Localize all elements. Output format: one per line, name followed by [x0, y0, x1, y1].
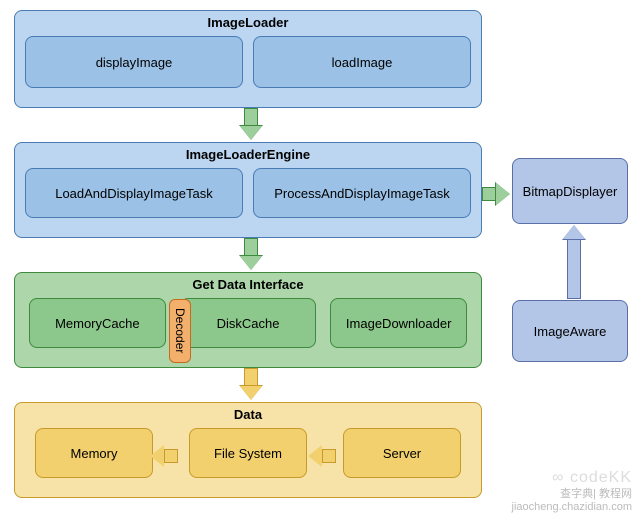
imageloader-container: ImageLoader displayImage loadImage — [14, 10, 482, 108]
data-container: Data Memory File System Server — [14, 402, 482, 498]
decoder-box: Decoder — [169, 299, 191, 363]
load-display-task-box: LoadAndDisplayImageTask — [25, 168, 243, 218]
displayimage-box: displayImage — [25, 36, 243, 88]
data-title: Data — [15, 403, 481, 428]
imagedownloader-box: ImageDownloader — [330, 298, 467, 348]
server-box: Server — [343, 428, 461, 478]
filesystem-box: File System — [189, 428, 307, 478]
imageloader-title: ImageLoader — [15, 11, 481, 36]
decoder-label: Decoder — [173, 308, 187, 353]
arrow-loader-to-engine — [240, 108, 262, 140]
imageaware-box: ImageAware — [512, 300, 628, 362]
watermark-site: 查字典| 教程网 — [512, 488, 632, 501]
engine-title: ImageLoaderEngine — [15, 143, 481, 168]
arrow-engine-to-getdata — [240, 238, 262, 270]
imageaware-label: ImageAware — [534, 324, 607, 339]
arrow-server-to-filesystem — [308, 445, 336, 467]
arrow-engine-to-displayer — [482, 183, 510, 205]
arrow-getdata-to-data — [240, 368, 262, 400]
memorycache-box: MemoryCache — [29, 298, 166, 348]
engine-container: ImageLoaderEngine LoadAndDisplayImageTas… — [14, 142, 482, 238]
diskcache-box: DiskCache — [180, 298, 317, 348]
arrow-aware-to-displayer — [563, 225, 585, 299]
arrow-filesystem-to-memory — [150, 445, 178, 467]
loadimage-box: loadImage — [253, 36, 471, 88]
watermark-cc: ∞ codeKK — [512, 468, 632, 487]
memory-box: Memory — [35, 428, 153, 478]
watermark: ∞ codeKK 查字典| 教程网 jiaocheng.chazidian.co… — [512, 468, 632, 514]
process-display-task-box: ProcessAndDisplayImageTask — [253, 168, 471, 218]
watermark-url: jiaocheng.chazidian.com — [512, 501, 632, 514]
bitmap-displayer-box: BitmapDisplayer — [512, 158, 628, 224]
getdata-container: Get Data Interface MemoryCache DiskCache… — [14, 272, 482, 368]
bitmap-displayer-label: BitmapDisplayer — [523, 184, 618, 199]
getdata-title: Get Data Interface — [15, 273, 481, 298]
